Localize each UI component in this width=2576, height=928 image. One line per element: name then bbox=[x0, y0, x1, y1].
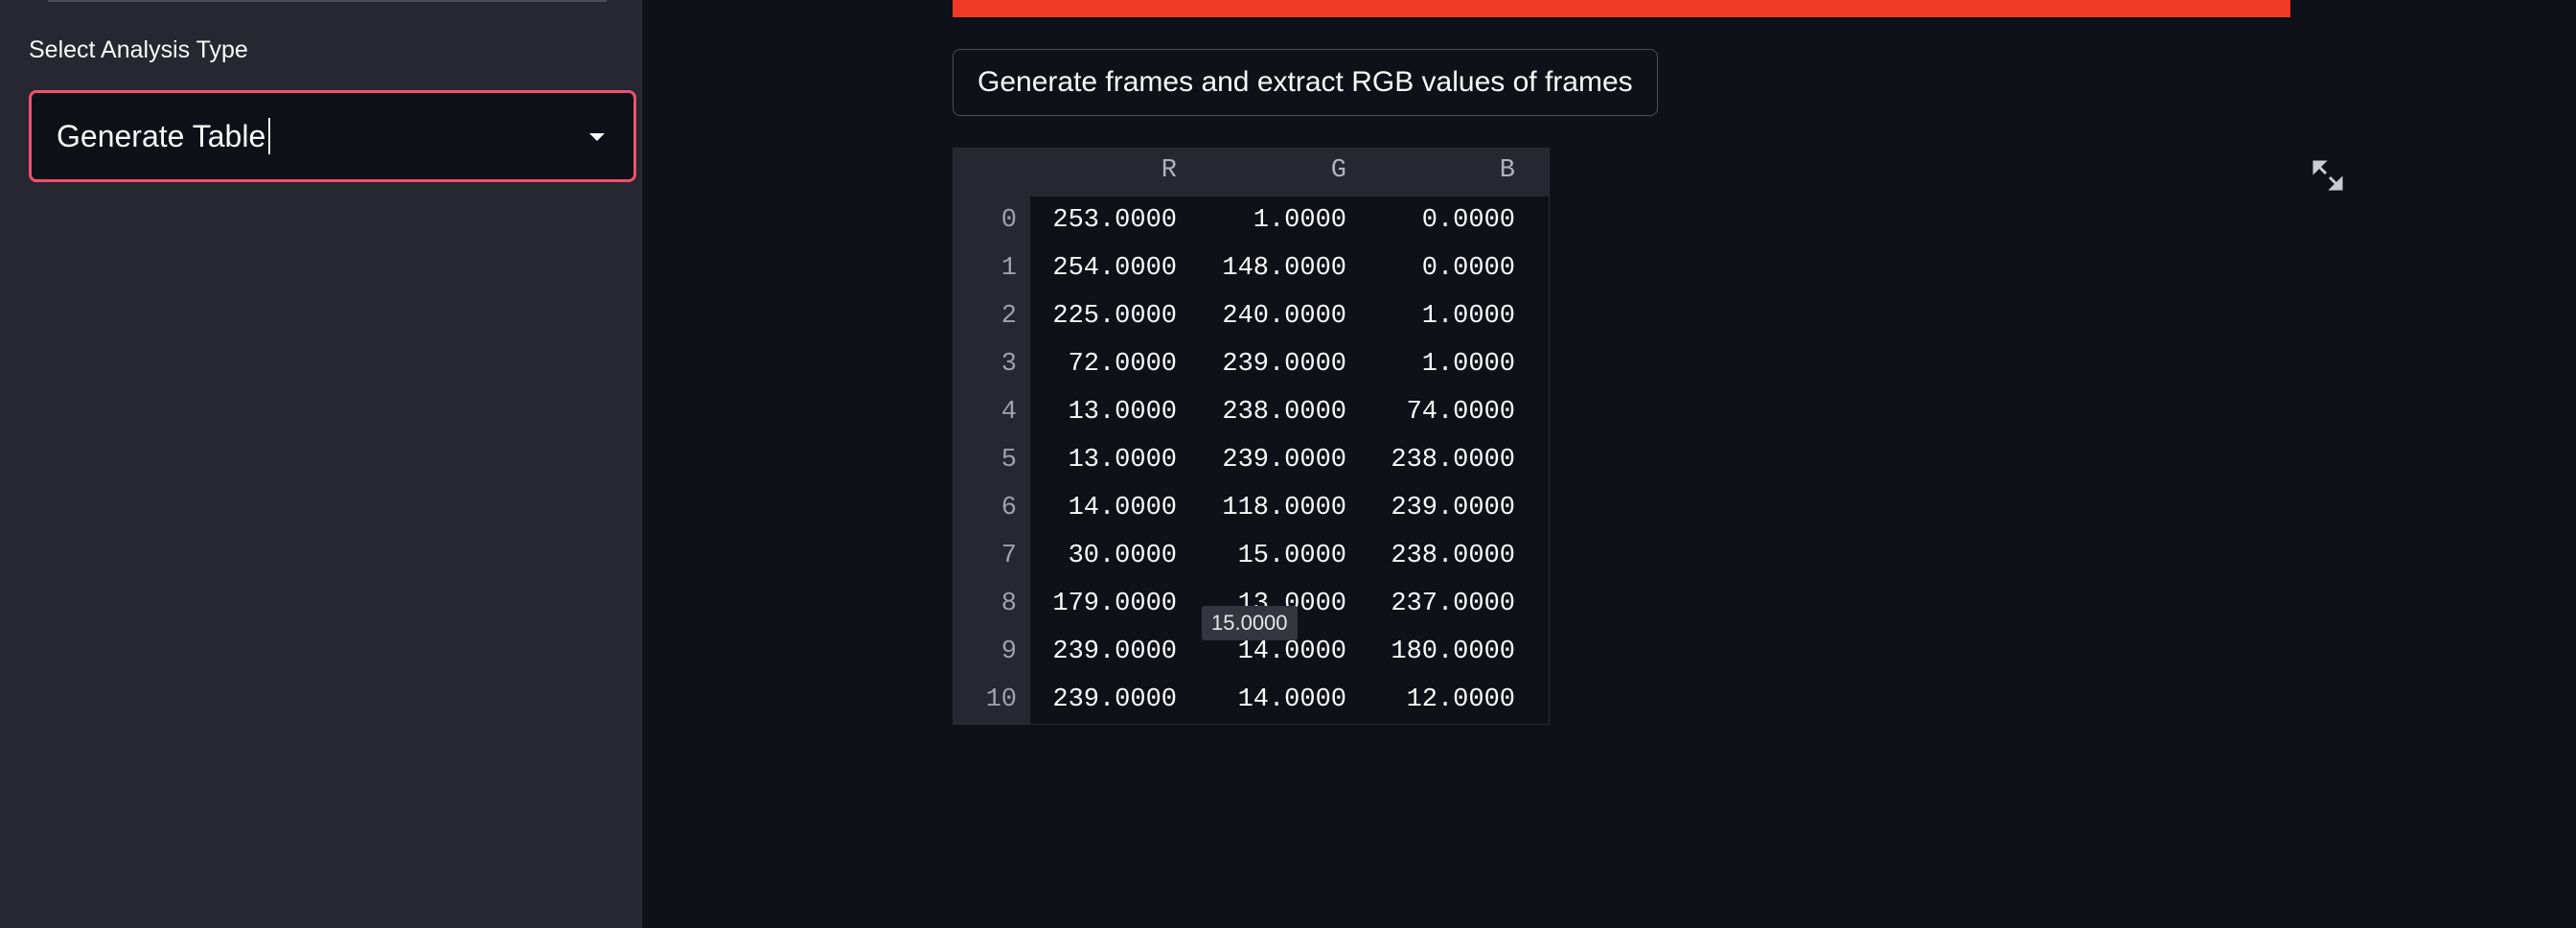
expand-icon[interactable] bbox=[2312, 159, 2344, 192]
table-cell[interactable]: 253.0000 bbox=[1014, 206, 1177, 235]
table-cell[interactable]: 0.0000 bbox=[1352, 206, 1515, 235]
table-cell[interactable]: 0.0000 bbox=[1352, 254, 1515, 283]
table-cell[interactable]: 179.0000 bbox=[1014, 590, 1177, 618]
cell-tooltip: 15.0000 bbox=[1202, 606, 1298, 640]
table-cell[interactable]: 238.0000 bbox=[1184, 398, 1346, 427]
table-cell[interactable]: 13.0000 bbox=[1014, 446, 1177, 475]
row-index: 5 bbox=[1000, 446, 1017, 475]
table-cell[interactable]: 239.0000 bbox=[1014, 638, 1177, 666]
sidebar: Select Analysis Type Generate Table bbox=[0, 0, 642, 928]
table-cell[interactable]: 72.0000 bbox=[1014, 350, 1177, 379]
row-index: 0 bbox=[1000, 206, 1017, 235]
column-header-b[interactable]: B bbox=[1352, 156, 1515, 185]
table-cell[interactable]: 239.0000 bbox=[1014, 685, 1177, 714]
row-index: 3 bbox=[1000, 350, 1017, 379]
table-cell[interactable]: 180.0000 bbox=[1352, 638, 1515, 666]
table-cell[interactable]: 30.0000 bbox=[1014, 542, 1177, 570]
table-row[interactable]: 4 13.0000 238.0000 74.0000 bbox=[954, 388, 1549, 436]
text-cursor bbox=[268, 118, 271, 154]
table-cell[interactable]: 238.0000 bbox=[1352, 446, 1515, 475]
table-cell[interactable]: 13.0000 bbox=[1014, 398, 1177, 427]
analysis-type-select[interactable]: Generate Table bbox=[29, 90, 636, 182]
table-cell[interactable]: 254.0000 bbox=[1014, 254, 1177, 283]
table-header: R G B bbox=[954, 149, 1549, 197]
table-cell[interactable]: 239.0000 bbox=[1352, 494, 1515, 522]
table-cell[interactable]: 14.0000 bbox=[1184, 685, 1346, 714]
table-cell[interactable]: 12.0000 bbox=[1352, 685, 1515, 714]
row-index: 4 bbox=[1000, 398, 1017, 427]
row-index: 6 bbox=[1000, 494, 1017, 522]
generate-frames-button[interactable]: Generate frames and extract RGB values o… bbox=[953, 49, 1658, 116]
table-cell[interactable]: 1.0000 bbox=[1352, 350, 1515, 379]
row-index: 10 bbox=[985, 685, 1017, 714]
table-cell[interactable]: 1.0000 bbox=[1184, 206, 1346, 235]
table-cell[interactable]: 239.0000 bbox=[1184, 446, 1346, 475]
column-header-g[interactable]: G bbox=[1184, 156, 1346, 185]
table-row[interactable]: 3 72.0000 239.0000 1.0000 bbox=[954, 340, 1549, 388]
table-row[interactable]: 5 13.0000 239.0000 238.0000 bbox=[954, 436, 1549, 484]
table-cell[interactable]: 118.0000 bbox=[1184, 494, 1346, 522]
table-row[interactable]: 6 14.0000 118.0000 239.0000 bbox=[954, 484, 1549, 532]
table-row[interactable]: 0 253.0000 1.0000 0.0000 bbox=[954, 197, 1549, 244]
table-row[interactable]: 10 239.0000 14.0000 12.0000 bbox=[954, 676, 1549, 724]
table-cell[interactable]: 240.0000 bbox=[1184, 302, 1346, 331]
select-label: Select Analysis Type bbox=[29, 36, 248, 63]
select-value: Generate Table bbox=[57, 118, 266, 153]
row-index: 8 bbox=[1000, 590, 1017, 618]
row-index: 9 bbox=[1000, 638, 1017, 666]
table-cell[interactable]: 14.0000 bbox=[1184, 638, 1346, 666]
table-row[interactable]: 2 225.0000 240.0000 1.0000 bbox=[954, 292, 1549, 340]
table-cell[interactable]: 225.0000 bbox=[1014, 302, 1177, 331]
sidebar-divider bbox=[48, 0, 607, 2]
table-row[interactable]: 1 254.0000 148.0000 0.0000 bbox=[954, 244, 1549, 292]
column-header-r[interactable]: R bbox=[1014, 156, 1177, 185]
row-index: 2 bbox=[1000, 302, 1017, 331]
table-cell[interactable]: 14.0000 bbox=[1014, 494, 1177, 522]
table-cell[interactable]: 74.0000 bbox=[1352, 398, 1515, 427]
table-cell[interactable]: 238.0000 bbox=[1352, 542, 1515, 570]
table-cell[interactable]: 15.0000 bbox=[1184, 542, 1346, 570]
table-cell[interactable]: 1.0000 bbox=[1352, 302, 1515, 331]
table-cell[interactable]: 237.0000 bbox=[1352, 590, 1515, 618]
table-row[interactable]: 7 30.0000 15.0000 238.0000 bbox=[954, 532, 1549, 580]
progress-bar bbox=[953, 0, 2290, 17]
chevron-down-icon[interactable] bbox=[589, 133, 605, 141]
row-index: 7 bbox=[1000, 542, 1017, 570]
table-cell[interactable]: 239.0000 bbox=[1184, 350, 1346, 379]
row-index: 1 bbox=[1000, 254, 1017, 283]
table-cell[interactable]: 148.0000 bbox=[1184, 254, 1346, 283]
